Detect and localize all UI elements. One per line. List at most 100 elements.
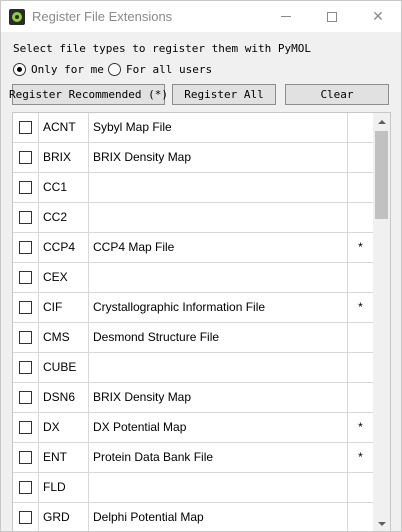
list-row[interactable]: CIF Crystallographic Information File * [13,293,373,323]
register-checkbox[interactable] [19,271,32,284]
register-checkbox[interactable] [19,301,32,314]
checkbox-cell [13,263,39,292]
list-row[interactable]: FLD [13,473,373,503]
window-title: Register File Extensions [32,9,173,24]
close-icon: ✕ [372,8,384,24]
list-row[interactable]: BRIX BRIX Density Map [13,143,373,173]
arrow-up-icon [377,119,386,124]
register-checkbox[interactable] [19,331,32,344]
list-row[interactable]: GRD Delphi Potential Map [13,503,373,531]
list-row[interactable]: ACNT Sybyl Map File [13,113,373,143]
list-row[interactable]: CC1 [13,173,373,203]
description-cell: BRIX Density Map [89,143,348,172]
description-cell: Desmond Structure File [89,323,348,352]
extension-cell: BRIX [39,143,89,172]
vertical-scrollbar[interactable] [373,113,390,531]
recommended-marker-cell [348,323,373,352]
checkbox-cell [13,473,39,502]
description-cell: DX Potential Map [89,413,348,442]
list-row[interactable]: DX DX Potential Map * [13,413,373,443]
recommended-marker-cell [348,383,373,412]
scroll-up-button[interactable] [373,113,390,130]
extension-cell: CC1 [39,173,89,202]
extension-cell: ACNT [39,113,89,142]
recommended-marker-cell: * [358,450,363,464]
register-checkbox[interactable] [19,511,32,524]
recommended-marker-cell [348,203,373,232]
recommended-marker-cell [348,143,373,172]
extension-cell: CMS [39,323,89,352]
register-checkbox[interactable] [19,481,32,494]
recommended-marker-cell: * [358,420,363,434]
list-row[interactable]: CC2 [13,203,373,233]
checkbox-cell [13,353,39,382]
list-row[interactable]: CUBE [13,353,373,383]
recommended-marker-cell [348,353,373,382]
extension-cell: CC2 [39,203,89,232]
close-button[interactable]: ✕ [355,1,401,32]
register-checkbox[interactable] [19,241,32,254]
instruction-label: Select file types to register them with … [13,42,312,55]
radio-only-for-me[interactable]: Only for me [13,61,104,77]
minimize-button[interactable] [263,1,309,32]
extension-cell: GRD [39,503,89,531]
register-recommended-button[interactable]: Register Recommended (*) [9,84,168,105]
checkbox-cell [13,113,39,142]
arrow-down-icon [377,521,386,526]
register-checkbox[interactable] [19,361,32,374]
description-cell [89,473,348,502]
description-cell [89,203,348,232]
register-checkbox[interactable] [19,421,32,434]
register-checkbox[interactable] [19,121,32,134]
radio-button-selected[interactable] [13,62,26,76]
maximize-button[interactable] [309,1,355,32]
checkbox-cell [13,383,39,412]
register-all-button[interactable]: Register All [172,84,276,105]
register-checkbox[interactable] [19,391,32,404]
scrollbar-thumb[interactable] [375,131,388,219]
checkbox-cell [13,293,39,322]
recommended-marker-cell [348,263,373,292]
pymol-app-icon [9,9,25,25]
register-checkbox[interactable] [19,211,32,224]
register-checkbox[interactable] [19,451,32,464]
recommended-marker-cell: * [358,300,363,314]
list-row[interactable]: CEX [13,263,373,293]
list-row[interactable]: DSN6 BRIX Density Map [13,383,373,413]
description-cell: BRIX Density Map [89,383,348,412]
title-bar[interactable]: Register File Extensions ✕ [1,1,401,32]
register-checkbox[interactable] [19,181,32,194]
checkbox-cell [13,233,39,262]
checkbox-cell [13,173,39,202]
maximize-icon [327,11,337,22]
checkbox-cell [13,503,39,531]
file-extension-list[interactable]: ACNT Sybyl Map File BRIX BRIX Density Map CC… [12,112,391,531]
scroll-down-button[interactable] [373,515,390,531]
list-row[interactable]: CMS Desmond Structure File [13,323,373,353]
radio-for-all-users[interactable]: For all users [108,61,212,77]
list-row[interactable]: ENT Protein Data Bank File * [13,443,373,473]
clear-button[interactable]: Clear [285,84,389,105]
radio-button-unselected[interactable] [108,62,121,76]
extension-cell: CIF [39,293,89,322]
list-row[interactable]: CCP4 CCP4 Map File * [13,233,373,263]
recommended-marker-cell: * [358,240,363,254]
checkbox-cell [13,323,39,352]
checkbox-cell [13,443,39,472]
extension-cell: DX [39,413,89,442]
register-checkbox[interactable] [19,151,32,164]
minimize-icon [281,16,291,17]
extension-cell: DSN6 [39,383,89,412]
description-cell: Delphi Potential Map [89,503,348,531]
register-file-extensions-window: Register File Extensions ✕ Select file t… [0,0,402,532]
recommended-marker-cell [348,173,373,202]
recommended-marker-cell [348,503,373,531]
extension-cell: CUBE [39,353,89,382]
radio-label: Only for me [31,62,104,76]
checkbox-cell [13,203,39,232]
description-cell [89,173,348,202]
extension-cell: FLD [39,473,89,502]
description-cell: CCP4 Map File [89,233,348,262]
description-cell: Protein Data Bank File [89,443,348,472]
radio-label: For all users [126,62,213,76]
